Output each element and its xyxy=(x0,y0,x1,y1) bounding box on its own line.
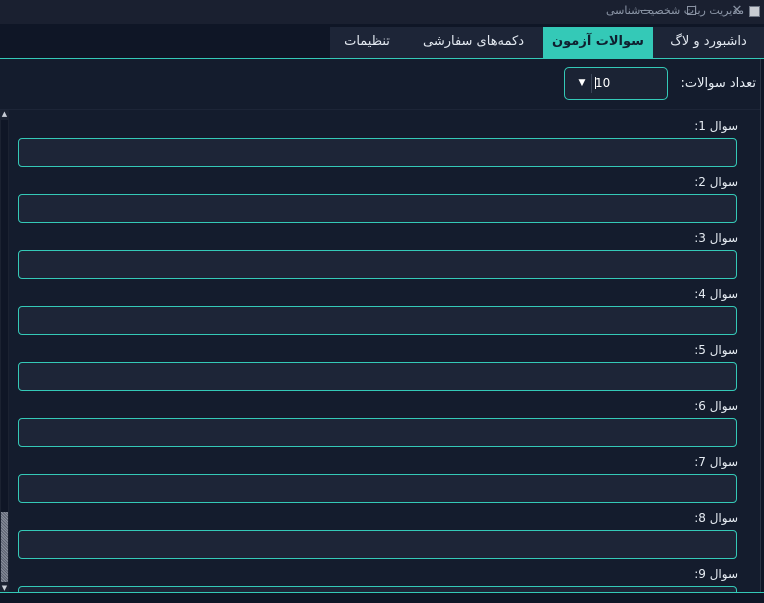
question-count-spinbox[interactable]: ▼ 10 xyxy=(564,67,668,100)
question-item: سوال 1: xyxy=(18,110,738,167)
spinbox-separator xyxy=(591,74,592,93)
scrollbar-thumb[interactable] xyxy=(1,512,8,582)
question-label: سوال 1: xyxy=(694,119,738,133)
question-item: سوال 8: xyxy=(18,502,738,559)
question-input[interactable] xyxy=(18,362,737,391)
maximize-icon xyxy=(686,6,696,15)
vertical-scrollbar[interactable]: ▲ ▼ xyxy=(0,110,9,592)
chevron-down-icon[interactable]: ▼ xyxy=(573,76,591,90)
chevron-down-icon[interactable]: ▼ xyxy=(0,584,9,592)
question-count-row: تعداد سوالات: ▼ 10 xyxy=(0,59,764,109)
question-label: سوال 8: xyxy=(694,511,738,525)
question-item: سوال 7: xyxy=(18,446,738,503)
close-button[interactable]: ✕ xyxy=(714,0,760,24)
window-bottom-border xyxy=(0,592,764,603)
question-count-number: 10 xyxy=(595,76,611,90)
question-label: سوال 9: xyxy=(694,567,738,581)
question-item: سوال 5: xyxy=(18,334,738,391)
question-input[interactable] xyxy=(18,250,737,279)
question-label: سوال 4: xyxy=(694,287,738,301)
question-input[interactable] xyxy=(18,474,737,503)
question-item: سوال 3: xyxy=(18,222,738,279)
tab-dashboard[interactable]: داشبورد و لاگ xyxy=(653,27,764,58)
question-input[interactable] xyxy=(18,418,737,447)
chevron-up-icon[interactable]: ▲ xyxy=(0,110,9,119)
question-item: سوال 2: xyxy=(18,166,738,223)
question-item: سوال 4: xyxy=(18,278,738,335)
tab-bar: تنظیمات دکمه‌های سفارشی سوالات آزمون داش… xyxy=(0,24,764,58)
maximize-button[interactable] xyxy=(668,0,714,24)
tab-exam-questions[interactable]: سوالات آزمون xyxy=(543,27,653,58)
question-label: سوال 6: xyxy=(694,399,738,413)
question-label: سوال 5: xyxy=(694,343,738,357)
minimize-button[interactable]: — xyxy=(623,0,669,24)
question-input[interactable] xyxy=(18,530,737,559)
window-right-edge xyxy=(760,59,764,593)
tab-settings[interactable]: تنظیمات xyxy=(330,27,404,58)
question-label: سوال 3: xyxy=(694,231,738,245)
question-input[interactable] xyxy=(18,306,737,335)
question-count-label: تعداد سوالات: xyxy=(680,76,757,91)
tab-custom-buttons[interactable]: دکمه‌های سفارشی xyxy=(404,27,543,58)
question-item: سوال 6: xyxy=(18,390,738,447)
questions-scroll-area[interactable]: ▲ ▼ سوال 1: سوال 2: سوال 3: سوال 4: سوال… xyxy=(0,109,760,592)
question-label: سوال 2: xyxy=(694,175,738,189)
question-item: سوال 9: xyxy=(18,558,738,592)
question-input[interactable] xyxy=(18,138,737,167)
question-count-value[interactable]: 10 xyxy=(595,76,610,90)
scrollbar-track[interactable] xyxy=(1,120,8,512)
title-bar: مدیریت ربات شخصیت‌شناسی — ✕ xyxy=(0,0,764,24)
question-label: سوال 7: xyxy=(694,455,738,469)
question-input[interactable] xyxy=(18,194,737,223)
